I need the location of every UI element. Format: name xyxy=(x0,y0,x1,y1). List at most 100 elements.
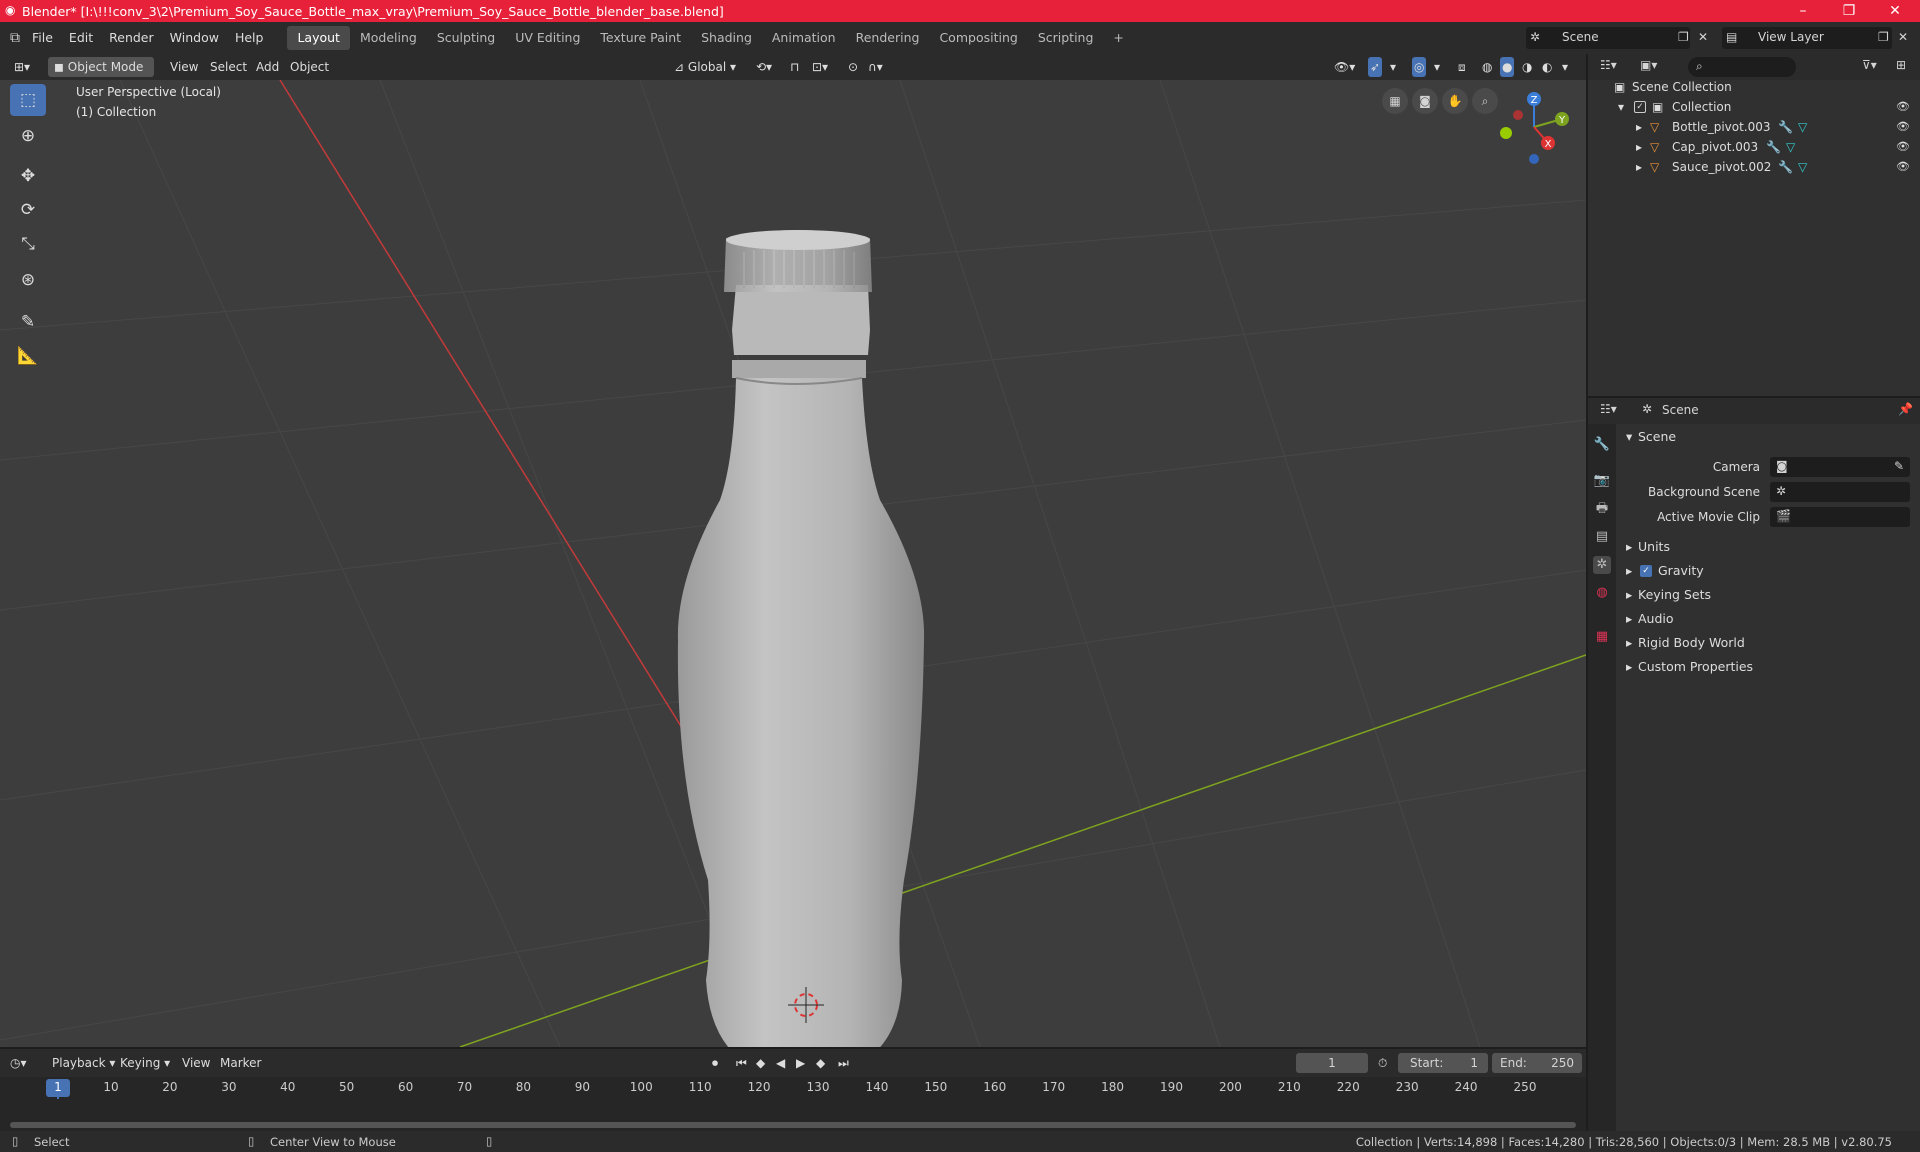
gizmo-toggle-icon[interactable]: ➶ xyxy=(1368,57,1383,77)
gizmo-dropdown-icon[interactable]: ▾ xyxy=(1390,57,1396,77)
outliner-object-row[interactable]: ▸ ▽ Sauce_pivot.002 🔧 ▽ 👁 xyxy=(1588,157,1920,177)
select-box-tool[interactable]: ⬚ xyxy=(10,84,46,116)
solid-shading-icon[interactable]: ● xyxy=(1500,57,1515,77)
proportional-falloff-icon[interactable]: ∩▾ xyxy=(868,57,883,77)
rendered-shading-icon[interactable]: ◐ xyxy=(1542,57,1552,77)
remove-view-layer-icon[interactable]: ✕ xyxy=(1898,30,1908,44)
new-view-layer-icon[interactable]: ❐ xyxy=(1878,30,1889,44)
outliner-scene-collection[interactable]: ▣ Scene Collection xyxy=(1588,77,1920,97)
preview-range-icon[interactable]: ⏱ xyxy=(1378,1053,1387,1073)
view-layer-tab-icon[interactable]: ▤ xyxy=(1593,528,1611,546)
mesh-data-icon[interactable]: ▽ xyxy=(1786,137,1795,157)
start-frame-field[interactable]: Start: 1 xyxy=(1398,1053,1488,1073)
jump-start-icon[interactable]: ⏮ xyxy=(736,1053,747,1073)
collection-checkbox[interactable]: ✓ xyxy=(1634,101,1646,113)
texture-tab-icon[interactable]: ▦ xyxy=(1593,628,1611,646)
menu-edit[interactable]: Edit xyxy=(61,27,101,49)
record-icon[interactable]: ⏺ xyxy=(712,1053,718,1073)
modifier-wrench-icon[interactable]: 🔧 xyxy=(1778,157,1793,177)
expand-arrow-icon[interactable]: ▸ xyxy=(1636,117,1642,137)
select-menu[interactable]: Select xyxy=(204,57,253,77)
tab-shading[interactable]: Shading xyxy=(691,26,762,50)
play-reverse-icon[interactable]: ◀ xyxy=(776,1053,785,1073)
object-visibility-icon[interactable]: 👁 xyxy=(1896,157,1912,173)
end-frame-field[interactable]: End: 250 xyxy=(1492,1053,1582,1073)
tool-tab-icon[interactable]: 🔧 xyxy=(1593,436,1611,454)
scene-selector[interactable]: ✲ Scene ❐ xyxy=(1526,27,1690,49)
audio-panel-header[interactable]: ▸ Audio xyxy=(1620,607,1920,631)
tab-scripting[interactable]: Scripting xyxy=(1028,26,1104,50)
custom-properties-panel-header[interactable]: ▸ Custom Properties xyxy=(1620,655,1920,679)
next-keyframe-icon[interactable]: ◆ xyxy=(816,1053,825,1073)
scale-tool[interactable]: ⤡ xyxy=(10,228,46,260)
modifier-wrench-icon[interactable]: 🔧 xyxy=(1766,137,1781,157)
pin-icon[interactable]: 📌 xyxy=(1898,402,1913,416)
units-panel-header[interactable]: ▸ Units xyxy=(1620,535,1920,559)
overlay-toggle-icon[interactable]: ◎ xyxy=(1412,57,1427,77)
expand-arrow-icon[interactable]: ▸ xyxy=(1636,137,1642,157)
mode-dropdown[interactable]: ◼ Object Mode ▾ xyxy=(48,57,154,94)
mesh-data-icon[interactable]: ▽ xyxy=(1798,157,1807,177)
outliner-object-row[interactable]: ▸ ▽ Cap_pivot.003 🔧 ▽ 👁 xyxy=(1588,137,1920,157)
menu-render[interactable]: Render xyxy=(101,27,162,49)
tab-uv-editing[interactable]: UV Editing xyxy=(505,26,590,50)
navigation-gizmo[interactable]: Z Y X xyxy=(1492,85,1582,175)
outliner-editor-type-icon[interactable]: ☷▾ xyxy=(1600,58,1617,72)
3d-viewport[interactable]: User Perspective (Local) (1) Collection … xyxy=(0,80,1586,1047)
world-tab-icon[interactable]: ◍ xyxy=(1593,584,1611,602)
pan-hand-icon[interactable]: ✋ xyxy=(1442,88,1468,114)
camera-field[interactable]: ◙ ✎ xyxy=(1770,457,1910,477)
move-tool[interactable]: ✥ xyxy=(10,160,46,192)
keying-sets-panel-header[interactable]: ▸ Keying Sets xyxy=(1620,583,1920,607)
timeline-scrollbar[interactable] xyxy=(10,1122,1576,1128)
outliner-collection[interactable]: ▾ ✓ ▣ Collection 👁 xyxy=(1588,97,1920,117)
menu-file[interactable]: File xyxy=(24,27,61,49)
object-visibility-icon[interactable]: 👁 xyxy=(1896,137,1912,153)
tab-sculpting[interactable]: Sculpting xyxy=(427,26,505,50)
background-scene-field[interactable]: ✲ xyxy=(1770,482,1910,502)
tab-modeling[interactable]: Modeling xyxy=(350,26,427,50)
grid-view-icon[interactable]: ▦ xyxy=(1382,88,1408,114)
object-visibility-icon[interactable]: 👁 xyxy=(1896,117,1912,133)
close-button[interactable]: ✕ xyxy=(1872,0,1918,22)
snap-icon[interactable]: ⊓ xyxy=(790,57,799,77)
rigid-body-world-panel-header[interactable]: ▸ Rigid Body World xyxy=(1620,631,1920,655)
current-frame-field[interactable]: 1 xyxy=(1296,1053,1368,1073)
active-movie-clip-field[interactable]: 🎬 xyxy=(1770,507,1910,527)
view-menu[interactable]: View xyxy=(164,57,204,77)
transform-tool[interactable]: ⊛ xyxy=(10,264,46,296)
jump-end-icon[interactable]: ⏭ xyxy=(838,1053,849,1073)
properties-editor-type-icon[interactable]: ☷▾ xyxy=(1600,402,1617,416)
visibility-icon[interactable]: 👁▾ xyxy=(1334,57,1355,77)
new-collection-icon[interactable]: ⊞ xyxy=(1896,58,1906,72)
tab-texture-paint[interactable]: Texture Paint xyxy=(590,26,691,50)
scene-panel-header[interactable]: ▾ Scene xyxy=(1620,425,1920,449)
gravity-panel-header[interactable]: ▸ ✓ Gravity xyxy=(1620,559,1920,583)
add-menu[interactable]: Add xyxy=(250,57,285,77)
timeline-view-menu[interactable]: View xyxy=(178,1053,214,1073)
outliner-search-input[interactable]: ⌕ xyxy=(1688,57,1796,77)
overlay-dropdown-icon[interactable]: ▾ xyxy=(1434,57,1440,77)
object-menu[interactable]: Object xyxy=(284,57,335,77)
pivot-point-icon[interactable]: ⟲▾ xyxy=(756,57,772,77)
timeline-editor-type-icon[interactable]: ◷▾ xyxy=(10,1053,27,1073)
rotate-tool[interactable]: ⟳ xyxy=(10,194,46,226)
eyedropper-icon[interactable]: ✎ xyxy=(1894,459,1904,473)
expand-arrow-icon[interactable]: ▸ xyxy=(1636,157,1642,177)
mesh-data-icon[interactable]: ▽ xyxy=(1798,117,1807,137)
playback-menu[interactable]: Playback ▾ xyxy=(48,1053,119,1073)
play-icon[interactable]: ▶ xyxy=(796,1053,805,1073)
soy-sauce-bottle[interactable] xyxy=(677,230,925,1047)
scene-tab-icon[interactable]: ✲ xyxy=(1593,556,1611,574)
tab-compositing[interactable]: Compositing xyxy=(929,26,1027,50)
snap-target-icon[interactable]: ⊡▾ xyxy=(812,57,828,77)
xray-icon[interactable]: ⧈ xyxy=(1458,57,1466,77)
cursor-tool[interactable]: ⊕ xyxy=(10,120,46,152)
outliner-object-row[interactable]: ▸ ▽ Bottle_pivot.003 🔧 ▽ 👁 xyxy=(1588,117,1920,137)
editor-type-icon[interactable]: ⊞▾ xyxy=(10,57,34,77)
camera-view-icon[interactable]: ◙ xyxy=(1412,88,1438,114)
transform-orientation-dropdown[interactable]: ⊿ Global ▾ xyxy=(668,57,746,77)
add-workspace-icon[interactable]: + xyxy=(1103,26,1133,50)
new-scene-icon[interactable]: ❐ xyxy=(1678,30,1689,44)
gravity-checkbox[interactable]: ✓ xyxy=(1640,565,1652,577)
